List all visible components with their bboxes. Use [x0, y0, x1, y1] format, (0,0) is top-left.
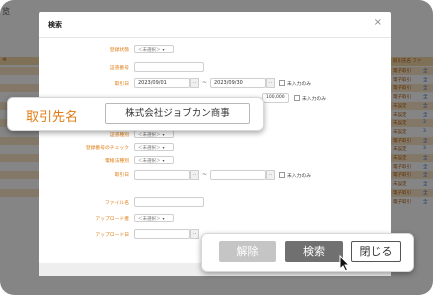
date-to-input[interactable]: 2023/09/30	[210, 78, 266, 88]
clear-button[interactable]: 解除	[219, 241, 276, 262]
app-window: 览 书 取引先名 ファ 電子取引全電子取引全電子取引全電子取引全未設定全未設定全…	[0, 0, 433, 295]
e-book-type-label: 電帳法種別	[105, 159, 129, 164]
mouse-pointer-icon	[339, 255, 351, 272]
date2-from-input[interactable]	[134, 170, 190, 180]
date2-from-calendar-icon[interactable]: ..	[190, 170, 199, 180]
company-name-label: 取引先名	[26, 110, 79, 125]
date2-empty-checkbox[interactable]	[279, 172, 285, 178]
chevron-down-icon: ▾	[162, 47, 165, 52]
company-name-callout: 取引先名 株式会社ジョブカン商事	[7, 97, 264, 131]
date2-empty-label: 未入力のみ	[287, 174, 311, 179]
doc-number-input[interactable]	[134, 62, 204, 72]
e-book-type-value: ＜未選択＞	[138, 159, 161, 164]
date-from-calendar-icon[interactable]: ..	[190, 78, 199, 88]
uploader-value: ＜未選択＞	[138, 217, 161, 222]
upload-date-from-input[interactable]	[134, 229, 190, 239]
dialog-title: 検索	[48, 21, 62, 29]
reg-number-check-label: 登録番号のチェック	[85, 146, 129, 151]
doc-number-label: 証憑番号	[109, 66, 129, 71]
date-range-separator: ~	[202, 79, 208, 86]
reg-number-check-value: ＜未選択＞	[138, 146, 161, 151]
chevron-down-icon: ▾	[162, 132, 165, 137]
amount-to-input[interactable]: 100,000	[262, 93, 289, 103]
reg-number-check-select[interactable]: ＜未選択＞ ▾	[134, 143, 174, 151]
chevron-down-icon: ▾	[162, 158, 165, 163]
close-icon[interactable]: ×	[374, 17, 382, 28]
date-to-calendar-icon[interactable]: ..	[266, 78, 275, 88]
dialog-header-divider	[39, 37, 391, 38]
chevron-down-icon: ▾	[162, 145, 165, 150]
transaction-date2-label: 取引日	[114, 173, 129, 178]
upload-date-calendar-icon[interactable]: ..	[190, 229, 199, 239]
date2-to-calendar-icon[interactable]: ..	[266, 170, 275, 180]
company-name-input[interactable]: 株式会社ジョブカン商事	[105, 103, 250, 124]
date-from-input[interactable]: 2023/09/01	[134, 78, 190, 88]
file-name-label: ファイル名	[105, 201, 129, 206]
registration-status-label: 登録状態	[109, 48, 129, 53]
e-book-type-select[interactable]: ＜未選択＞ ▾	[134, 156, 174, 164]
doc-type-label: 証憑種別	[109, 133, 129, 138]
file-name-input[interactable]	[134, 197, 204, 207]
date2-to-input[interactable]	[210, 170, 266, 180]
upload-date-label: アップロード日	[95, 233, 129, 238]
uploader-label: アップロード者	[95, 217, 129, 222]
registration-status-value: ＜未選択＞	[138, 48, 161, 53]
transaction-date-empty-label: 未入力のみ	[287, 82, 311, 87]
registration-status-select[interactable]: ＜未選択＞ ▾	[134, 45, 174, 53]
dialog-button-bar: 解除 検索 閉じる	[201, 233, 414, 272]
doc-type-select[interactable]: ＜未選択＞ ▾	[134, 130, 174, 138]
chevron-down-icon: ▾	[162, 216, 165, 221]
transaction-date-label: 取引日	[114, 82, 129, 87]
amount-empty-label: 未入力のみ	[302, 97, 326, 102]
doc-type-value: ＜未選択＞	[138, 133, 161, 138]
uploader-select[interactable]: ＜未選択＞ ▾	[134, 214, 174, 222]
search-button[interactable]: 検索	[285, 241, 343, 262]
amount-empty-checkbox[interactable]	[294, 95, 300, 101]
close-button[interactable]: 閉じる	[351, 241, 401, 262]
date2-range-separator: ~	[202, 171, 208, 178]
transaction-date-empty-checkbox[interactable]	[279, 80, 285, 86]
